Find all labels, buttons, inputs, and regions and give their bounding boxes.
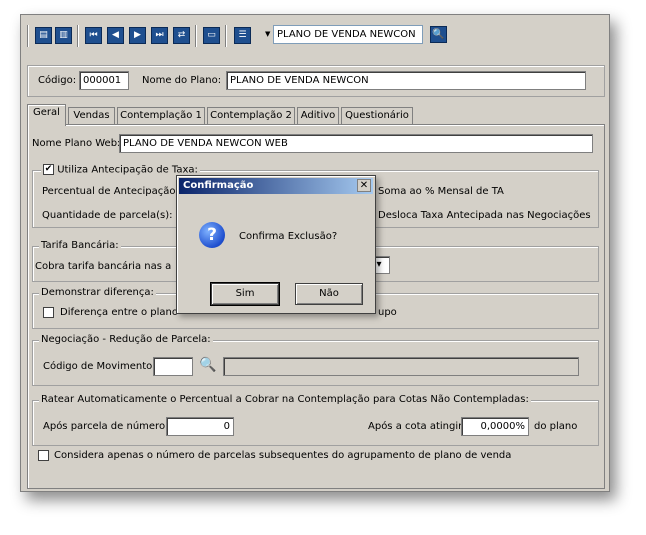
toolbar-separator [225, 25, 227, 47]
demonstrar-legend: Demonstrar diferença: [39, 287, 156, 298]
tab-aditivo[interactable]: Aditivo [297, 107, 339, 125]
considera-parcelas-checkbox[interactable] [38, 450, 49, 461]
codigo-label: Código: [38, 75, 77, 86]
dialog-title-text: Confirmação [183, 180, 254, 191]
toolbar-grip [27, 25, 29, 47]
nao-button[interactable]: Não [295, 283, 363, 305]
list-icon[interactable]: ☰ [234, 27, 251, 44]
desloca-taxa-label: Desloca Taxa Antecipada nas Negociações [378, 210, 591, 221]
apos-parcela-label: Após parcela de número: [43, 421, 169, 432]
next-record-icon[interactable]: ▶ [129, 27, 146, 44]
nome-plano-field[interactable]: PLANO DE VENDA NEWCON [226, 71, 586, 90]
apos-cota-label: Após a cota atingir [368, 421, 463, 432]
print-icon[interactable]: ▭ [203, 27, 220, 44]
nome-plano-web-label: Nome Plano Web: [32, 138, 121, 149]
confirmacao-dialog: Confirmação ✕ ? Confirma Exclusão? Sim N… [176, 175, 376, 314]
plano-de-venda-window: ▤ ▥ ⏮ ◀ ▶ ⏭ ⇄ ▭ ☰ ▼ PLANO DE VENDA NEWCO… [20, 14, 610, 492]
toolbar: ▤ ▥ ⏮ ◀ ▶ ⏭ ⇄ ▭ ☰ ▼ PLANO DE VENDA NEWCO… [27, 21, 603, 53]
dialog-title: Confirmação ✕ [179, 178, 373, 194]
diferenca-checkbox[interactable] [43, 307, 54, 318]
codigo-movimento-label: Código de Movimento: [43, 361, 156, 372]
combo-dropdown-arrow-icon[interactable]: ▼ [265, 30, 270, 38]
movimento-descricao-field [223, 357, 579, 376]
diferenca-label: Diferença entre o plano [60, 307, 178, 318]
last-record-icon[interactable]: ⏭ [151, 27, 168, 44]
nome-plano-label: Nome do Plano: [142, 75, 222, 86]
question-icon: ? [199, 222, 225, 248]
tab-geral[interactable]: Geral [27, 104, 66, 126]
header-group: Código: 000001 Nome do Plano: PLANO DE V… [27, 65, 605, 97]
search-icon[interactable]: 🔍 [199, 357, 216, 373]
search-icon[interactable]: 🔍 [430, 26, 447, 43]
considera-parcelas-label: Considera apenas o número de parcelas su… [54, 450, 512, 461]
toolbar-separator [77, 25, 79, 47]
negociacao-legend: Negociação - Redução de Parcela: [39, 334, 213, 345]
antecipacao-checkbox-label: Utiliza Antecipação de Taxa: [57, 164, 198, 176]
cobra-tarifa-label: Cobra tarifa bancária nas a [35, 261, 172, 272]
tab-contemplacao-2[interactable]: Contemplação 2 [207, 107, 295, 125]
antecipacao-legend: ✔ Utiliza Antecipação de Taxa: [41, 164, 200, 176]
dialog-message: Confirma Exclusão? [239, 231, 338, 242]
sim-button[interactable]: Sim [210, 282, 280, 306]
ratear-group: Ratear Automaticamente o Percentual a Co… [32, 394, 599, 446]
antecipacao-checkbox[interactable]: ✔ [43, 164, 54, 175]
tab-questionario[interactable]: Questionário [341, 107, 413, 125]
do-plano-label: do plano [534, 421, 578, 432]
codigo-field[interactable]: 000001 [79, 71, 129, 90]
ratear-legend: Ratear Automaticamente o Percentual a Co… [39, 394, 531, 405]
nome-plano-web-field[interactable]: PLANO DE VENDA NEWCON WEB [119, 134, 593, 153]
quantidade-parcelas-label: Quantidade de parcela(s): [42, 210, 173, 221]
grupo-label-fragment: upo [378, 307, 397, 318]
apos-cota-field[interactable]: 0,0000% [461, 417, 529, 436]
first-record-icon[interactable]: ⏮ [85, 27, 102, 44]
previous-record-icon[interactable]: ◀ [107, 27, 124, 44]
tab-vendas[interactable]: Vendas [68, 107, 115, 125]
tarifa-legend: Tarifa Bancária: [39, 240, 121, 251]
plano-combo[interactable]: PLANO DE VENDA NEWCON [273, 25, 423, 44]
codigo-movimento-field[interactable] [153, 357, 193, 376]
new-document-icon[interactable]: ▤ [35, 27, 52, 44]
tab-contemplacao-1[interactable]: Contemplação 1 [117, 107, 205, 125]
close-icon[interactable]: ✕ [357, 179, 371, 192]
toolbar-separator [195, 25, 197, 47]
delete-icon[interactable]: ▥ [55, 27, 72, 44]
refresh-icon[interactable]: ⇄ [173, 27, 190, 44]
apos-parcela-field[interactable]: 0 [166, 417, 234, 436]
percentual-antecipacao-label: Percentual de Antecipação [42, 186, 176, 197]
negociacao-group: Negociação - Redução de Parcela: Código … [32, 334, 599, 386]
soma-mensal-label: Soma ao % Mensal de TA [378, 186, 504, 197]
